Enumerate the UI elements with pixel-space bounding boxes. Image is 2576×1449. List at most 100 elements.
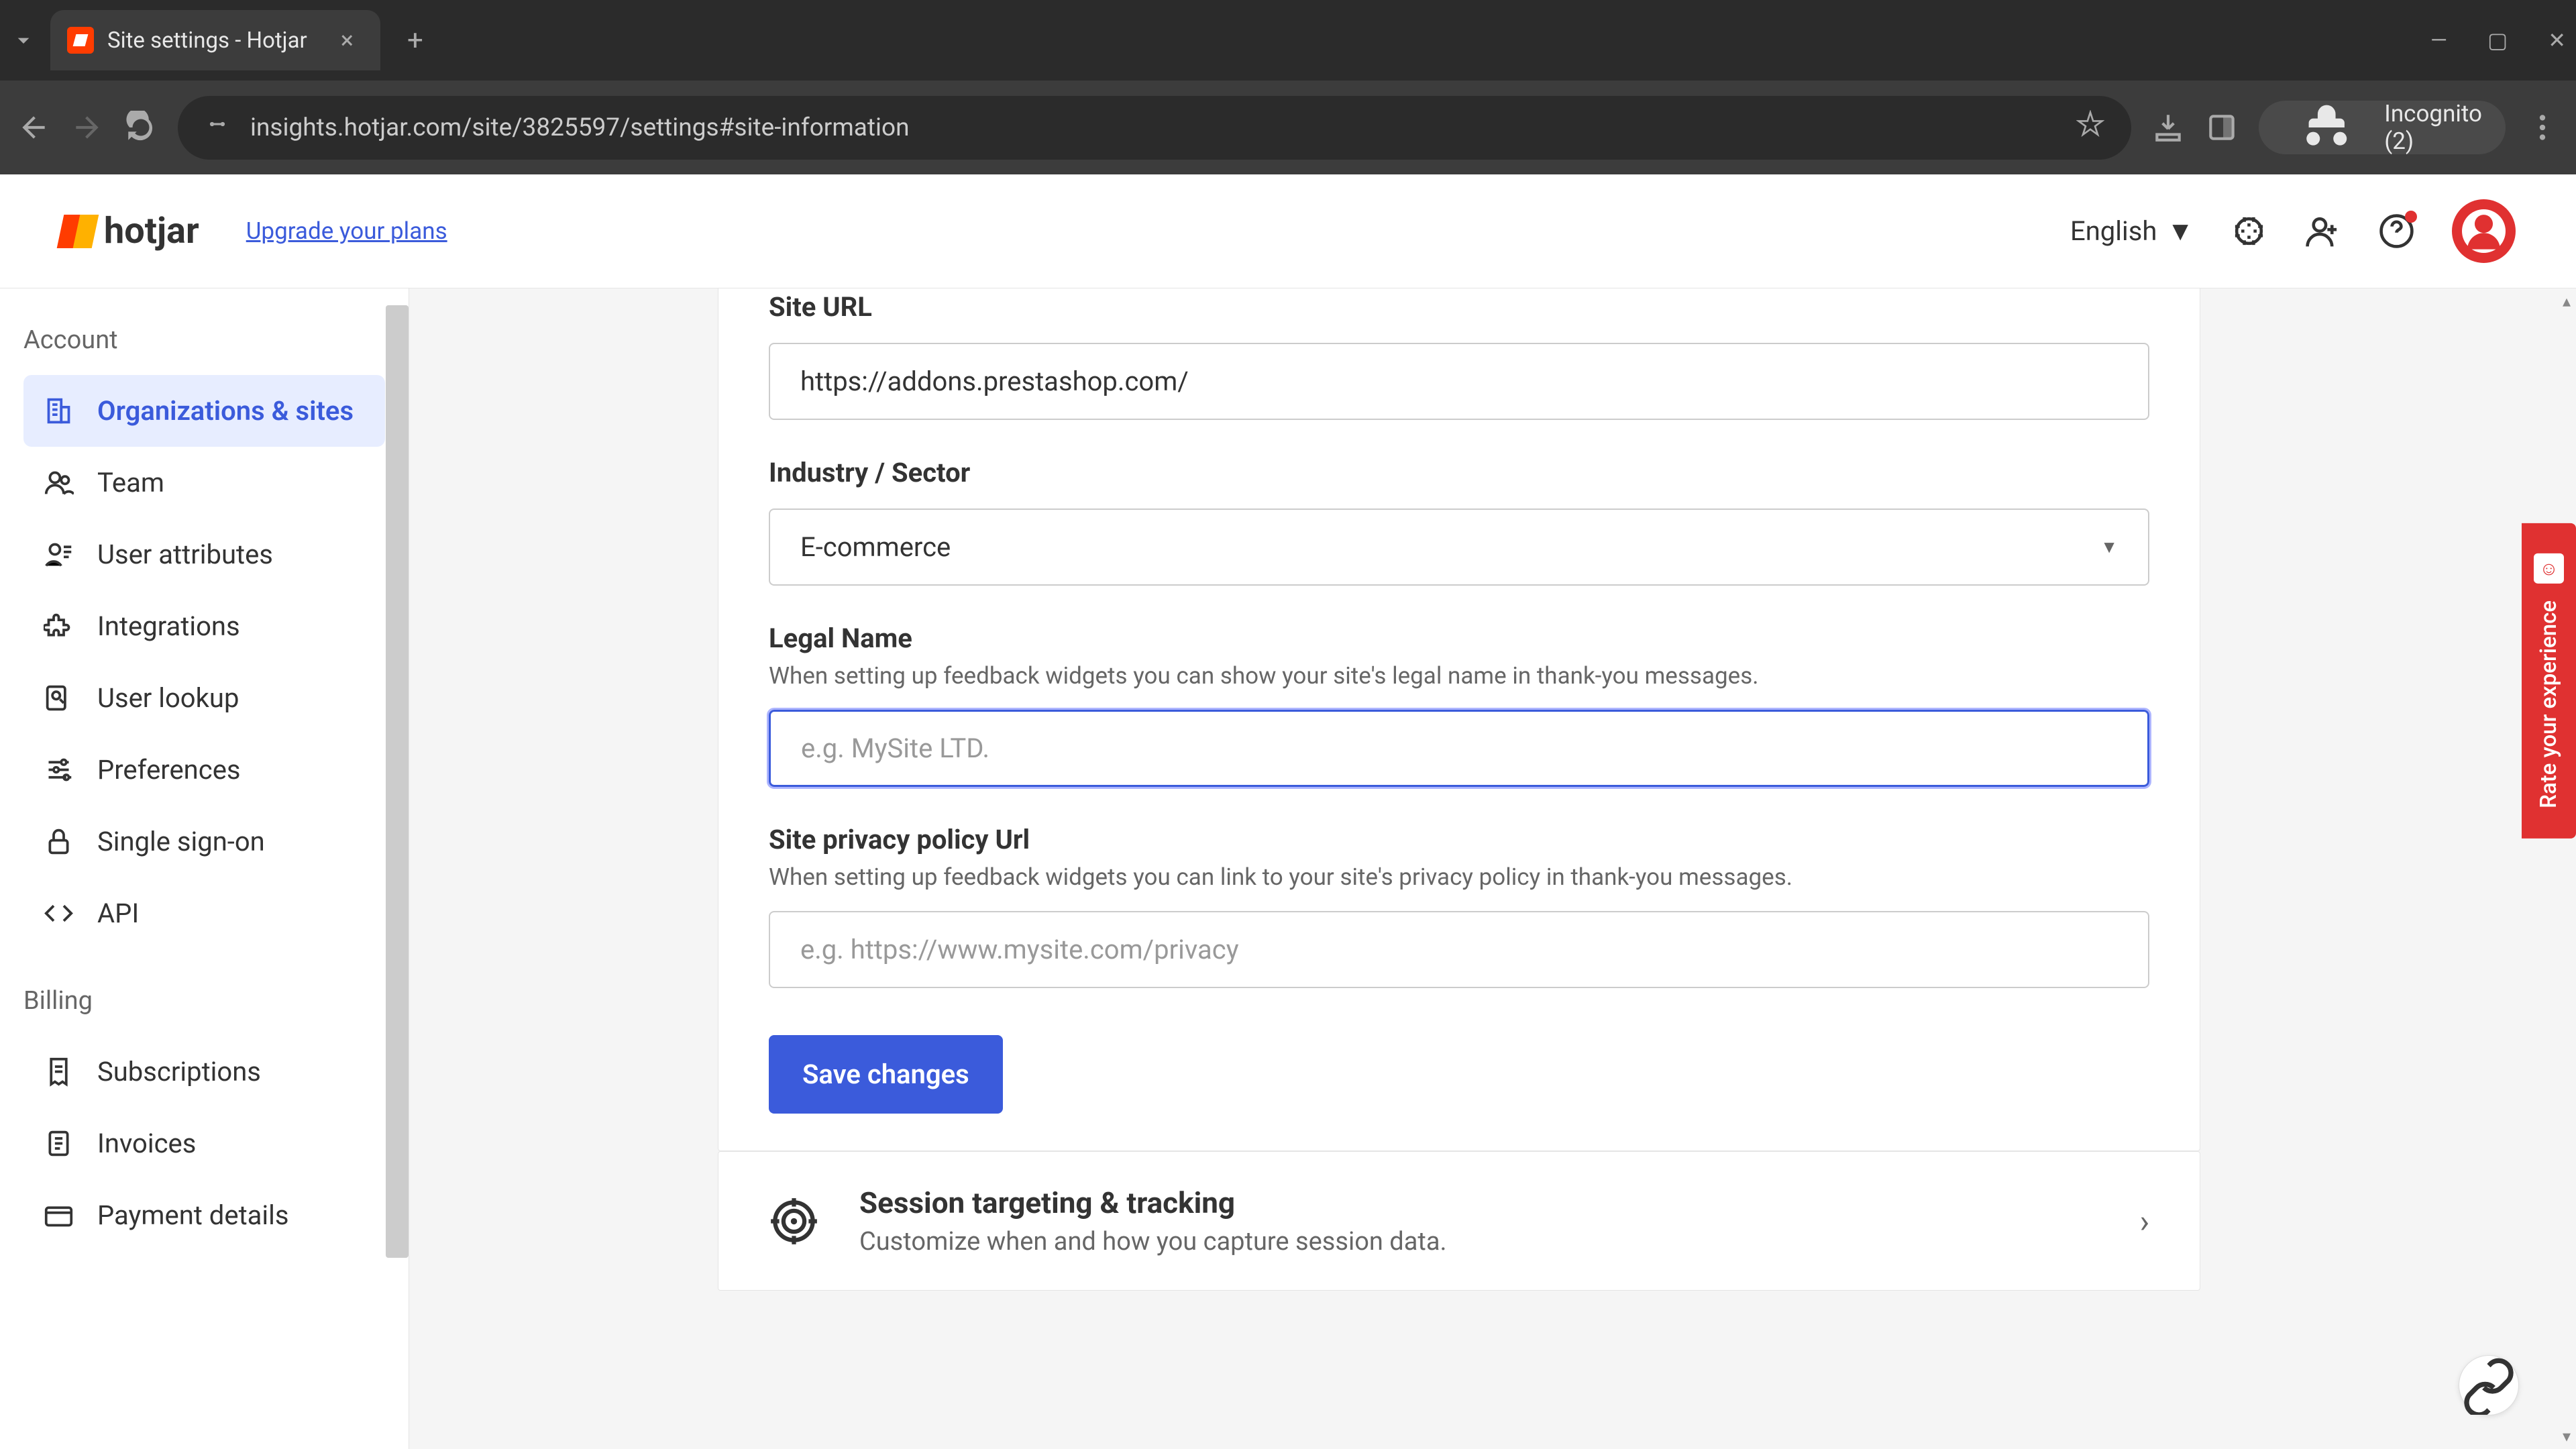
upgrade-link[interactable]: Upgrade your plans bbox=[246, 217, 447, 245]
legal-name-label: Legal Name bbox=[769, 623, 2149, 654]
nav-forward-icon[interactable] bbox=[70, 111, 104, 144]
chevron-down-icon: ▼ bbox=[2167, 215, 2194, 247]
browser-tab[interactable]: Site settings - Hotjar × bbox=[50, 10, 380, 70]
sidebar-item-label: Invoices bbox=[97, 1128, 196, 1159]
browser-tab-bar: Site settings - Hotjar × + — ▢ ✕ bbox=[0, 0, 2576, 80]
legal-name-input[interactable] bbox=[769, 710, 2149, 787]
help-icon[interactable] bbox=[2378, 213, 2415, 250]
language-label: English bbox=[2070, 215, 2157, 247]
window-minimize-icon[interactable]: — bbox=[2430, 28, 2447, 53]
chevron-right-icon: › bbox=[2140, 1202, 2149, 1240]
app-root: hotjar Upgrade your plans English ▼ bbox=[0, 174, 2576, 1449]
sidebar-item-label: Team bbox=[97, 467, 164, 498]
building-icon bbox=[44, 396, 74, 426]
tabs-dropdown-icon[interactable] bbox=[10, 27, 37, 54]
sidebar-heading-account: Account bbox=[23, 309, 385, 375]
integrations-icon[interactable] bbox=[2231, 213, 2267, 250]
scroll-up-icon[interactable]: ▴ bbox=[2563, 292, 2571, 311]
app-header: hotjar Upgrade your plans English ▼ bbox=[0, 174, 2576, 288]
industry-select[interactable]: E-commerce ▼ bbox=[769, 508, 2149, 586]
site-info-icon[interactable] bbox=[205, 111, 230, 144]
card-icon bbox=[44, 1200, 74, 1230]
app-body: Account Organizations & sites Team User … bbox=[0, 288, 2576, 1449]
main-scrollbar[interactable]: ▴ ▾ bbox=[2552, 288, 2576, 1449]
target-icon bbox=[769, 1196, 819, 1246]
nav-reload-icon[interactable] bbox=[124, 111, 158, 144]
puzzle-icon bbox=[44, 611, 74, 641]
sidebar-item-label: Organizations & sites bbox=[97, 395, 354, 427]
language-selector[interactable]: English ▼ bbox=[2070, 215, 2194, 247]
feedback-label: Rate your experience bbox=[2536, 600, 2562, 808]
invite-user-icon[interactable] bbox=[2304, 213, 2341, 250]
site-url-label: Site URL bbox=[769, 288, 2149, 323]
legal-name-sublabel: When setting up feedback widgets you can… bbox=[769, 662, 2149, 690]
sidebar-item-label: User attributes bbox=[97, 539, 273, 570]
industry-value: E-commerce bbox=[800, 531, 951, 563]
incognito-label: Incognito (2) bbox=[2384, 100, 2482, 155]
main-content: Site URL Industry / Sector E-commerce ▼ … bbox=[409, 288, 2576, 1449]
sliders-icon bbox=[44, 755, 74, 785]
logo-text: hotjar bbox=[104, 210, 199, 252]
chevron-down-icon: ▼ bbox=[2100, 537, 2118, 557]
window-maximize-icon[interactable]: ▢ bbox=[2487, 28, 2508, 53]
sidebar-item-label: Single sign-on bbox=[97, 826, 265, 857]
sidebar-heading-billing: Billing bbox=[23, 969, 385, 1036]
feedback-tab[interactable]: Rate your experience ☺ bbox=[2522, 523, 2576, 839]
code-icon bbox=[44, 898, 74, 928]
logo-icon bbox=[60, 215, 94, 248]
save-button[interactable]: Save changes bbox=[769, 1035, 1003, 1114]
downloads-icon[interactable] bbox=[2151, 111, 2185, 144]
sidebar-item-invoices[interactable]: Invoices bbox=[23, 1108, 385, 1179]
sidebar-item-label: User lookup bbox=[97, 682, 239, 714]
sidebar-item-preferences[interactable]: Preferences bbox=[23, 734, 385, 806]
industry-label: Industry / Sector bbox=[769, 457, 2149, 488]
session-tracking-card[interactable]: Session targeting & tracking Customize w… bbox=[718, 1151, 2200, 1291]
sidebar-item-label: API bbox=[97, 898, 139, 929]
team-icon bbox=[44, 468, 74, 498]
sidebar-item-label: Payment details bbox=[97, 1199, 289, 1231]
sidebar-item-organizations[interactable]: Organizations & sites bbox=[23, 375, 385, 447]
new-tab-button[interactable]: + bbox=[407, 24, 423, 57]
site-info-card: Site URL Industry / Sector E-commerce ▼ … bbox=[718, 288, 2200, 1151]
url-text: insights.hotjar.com/site/3825597/setting… bbox=[250, 113, 2056, 142]
privacy-label: Site privacy policy Url bbox=[769, 824, 2149, 855]
privacy-input[interactable] bbox=[769, 911, 2149, 988]
sidebar: Account Organizations & sites Team User … bbox=[0, 288, 409, 1449]
sidebar-item-label: Subscriptions bbox=[97, 1056, 261, 1087]
sidebar-item-user-attributes[interactable]: User attributes bbox=[23, 519, 385, 590]
feedback-smiley-icon: ☺ bbox=[2534, 553, 2564, 584]
sidebar-item-label: Preferences bbox=[97, 754, 241, 786]
scroll-down-icon[interactable]: ▾ bbox=[2563, 1427, 2571, 1446]
site-url-input[interactable] bbox=[769, 343, 2149, 420]
sidebar-item-label: Integrations bbox=[97, 610, 240, 642]
tab-title: Site settings - Hotjar bbox=[107, 28, 307, 54]
sidebar-scrollbar[interactable] bbox=[386, 305, 409, 1258]
lookup-icon bbox=[44, 683, 74, 713]
browser-menu-icon[interactable] bbox=[2526, 111, 2559, 144]
sidebar-item-team[interactable]: Team bbox=[23, 447, 385, 519]
nav-back-icon[interactable] bbox=[17, 111, 50, 144]
logo[interactable]: hotjar bbox=[60, 210, 199, 252]
privacy-sublabel: When setting up feedback widgets you can… bbox=[769, 863, 2149, 891]
lock-icon bbox=[44, 826, 74, 857]
user-avatar[interactable] bbox=[2452, 199, 2516, 263]
session-tracking-desc: Customize when and how you capture sessi… bbox=[859, 1227, 2100, 1256]
sidebar-item-subscriptions[interactable]: Subscriptions bbox=[23, 1036, 385, 1108]
notification-dot-icon bbox=[2405, 211, 2417, 223]
url-bar[interactable]: insights.hotjar.com/site/3825597/setting… bbox=[178, 96, 2131, 160]
sidebar-item-payment-details[interactable]: Payment details bbox=[23, 1179, 385, 1251]
incognito-badge[interactable]: Incognito (2) bbox=[2259, 101, 2506, 154]
invoice-icon bbox=[44, 1128, 74, 1159]
sidebar-item-sso[interactable]: Single sign-on bbox=[23, 806, 385, 877]
bookmark-icon[interactable] bbox=[2076, 110, 2104, 145]
session-tracking-title: Session targeting & tracking bbox=[859, 1185, 2100, 1220]
reader-icon[interactable] bbox=[2205, 111, 2239, 144]
sidebar-item-user-lookup[interactable]: User lookup bbox=[23, 662, 385, 734]
sidebar-item-api[interactable]: API bbox=[23, 877, 385, 949]
user-attributes-icon bbox=[44, 539, 74, 570]
sidebar-item-integrations[interactable]: Integrations bbox=[23, 590, 385, 662]
window-close-icon[interactable]: ✕ bbox=[2548, 28, 2566, 53]
browser-toolbar: insights.hotjar.com/site/3825597/setting… bbox=[0, 80, 2576, 174]
tab-close-icon[interactable]: × bbox=[341, 26, 354, 54]
copy-link-button[interactable] bbox=[2459, 1355, 2519, 1415]
